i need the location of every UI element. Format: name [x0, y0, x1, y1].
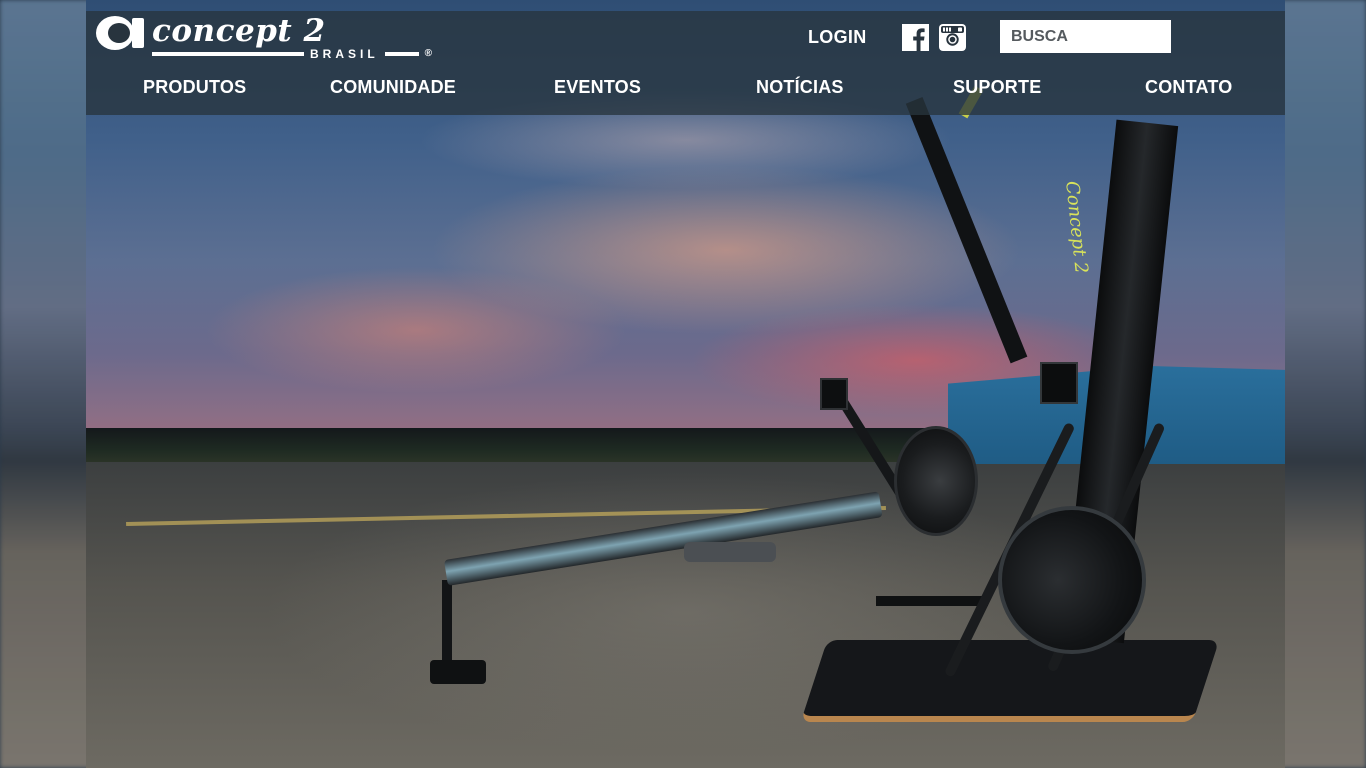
- rower-monitor: [820, 378, 848, 410]
- nav-item-produtos[interactable]: PRODUTOS: [143, 77, 246, 98]
- rower-rear-foot: [430, 660, 486, 684]
- nav-item-suporte[interactable]: SUPORTE: [953, 77, 1041, 98]
- main-nav: PRODUTOS COMUNIDADE EVENTOS NOTÍCIAS SUP…: [86, 73, 1285, 103]
- nav-item-comunidade[interactable]: COMUNIDADE: [330, 77, 456, 98]
- login-link[interactable]: LOGIN: [808, 27, 867, 48]
- nav-item-noticias[interactable]: NOTÍCIAS: [756, 77, 844, 98]
- registered-mark: ®: [424, 48, 433, 59]
- page: Concept 2 concept 2 BRASIL ® LOGIN BUSCA…: [0, 0, 1366, 768]
- hero-image: Concept 2: [86, 0, 1285, 768]
- logo-country: BRASIL: [310, 47, 379, 61]
- instagram-icon: [938, 23, 966, 51]
- nav-item-eventos[interactable]: EVENTOS: [554, 77, 641, 98]
- concept2-logo-icon: [96, 16, 146, 50]
- skierg-brand-text: Concept 2: [1061, 180, 1092, 275]
- logo-text: concept 2 BRASIL ®: [152, 16, 432, 60]
- search-input[interactable]: [1000, 20, 1171, 53]
- logo-underline-right: [384, 52, 419, 56]
- logo-underline: [152, 52, 304, 56]
- skierg-floor-base: [800, 640, 1220, 722]
- site-logo[interactable]: concept 2 BRASIL ®: [96, 16, 432, 60]
- instagram-link[interactable]: [938, 23, 966, 51]
- site-header: concept 2 BRASIL ® LOGIN BUSCA PRODUTOS …: [86, 11, 1285, 115]
- facebook-link[interactable]: [901, 23, 929, 51]
- rower-seat: [684, 542, 776, 562]
- rower-flywheel: [894, 426, 978, 536]
- nav-item-contato[interactable]: CONTATO: [1145, 77, 1232, 98]
- facebook-icon: [901, 23, 929, 51]
- skierg-flywheel: [998, 506, 1146, 654]
- rower-front-stand: [876, 596, 988, 606]
- rower-rear-leg: [442, 580, 452, 670]
- logo-subtitle: BRASIL ®: [152, 48, 432, 60]
- logo-wordmark: concept 2: [152, 13, 326, 49]
- skierg-handle-arm: [905, 97, 1028, 364]
- skierg-monitor: [1040, 362, 1078, 404]
